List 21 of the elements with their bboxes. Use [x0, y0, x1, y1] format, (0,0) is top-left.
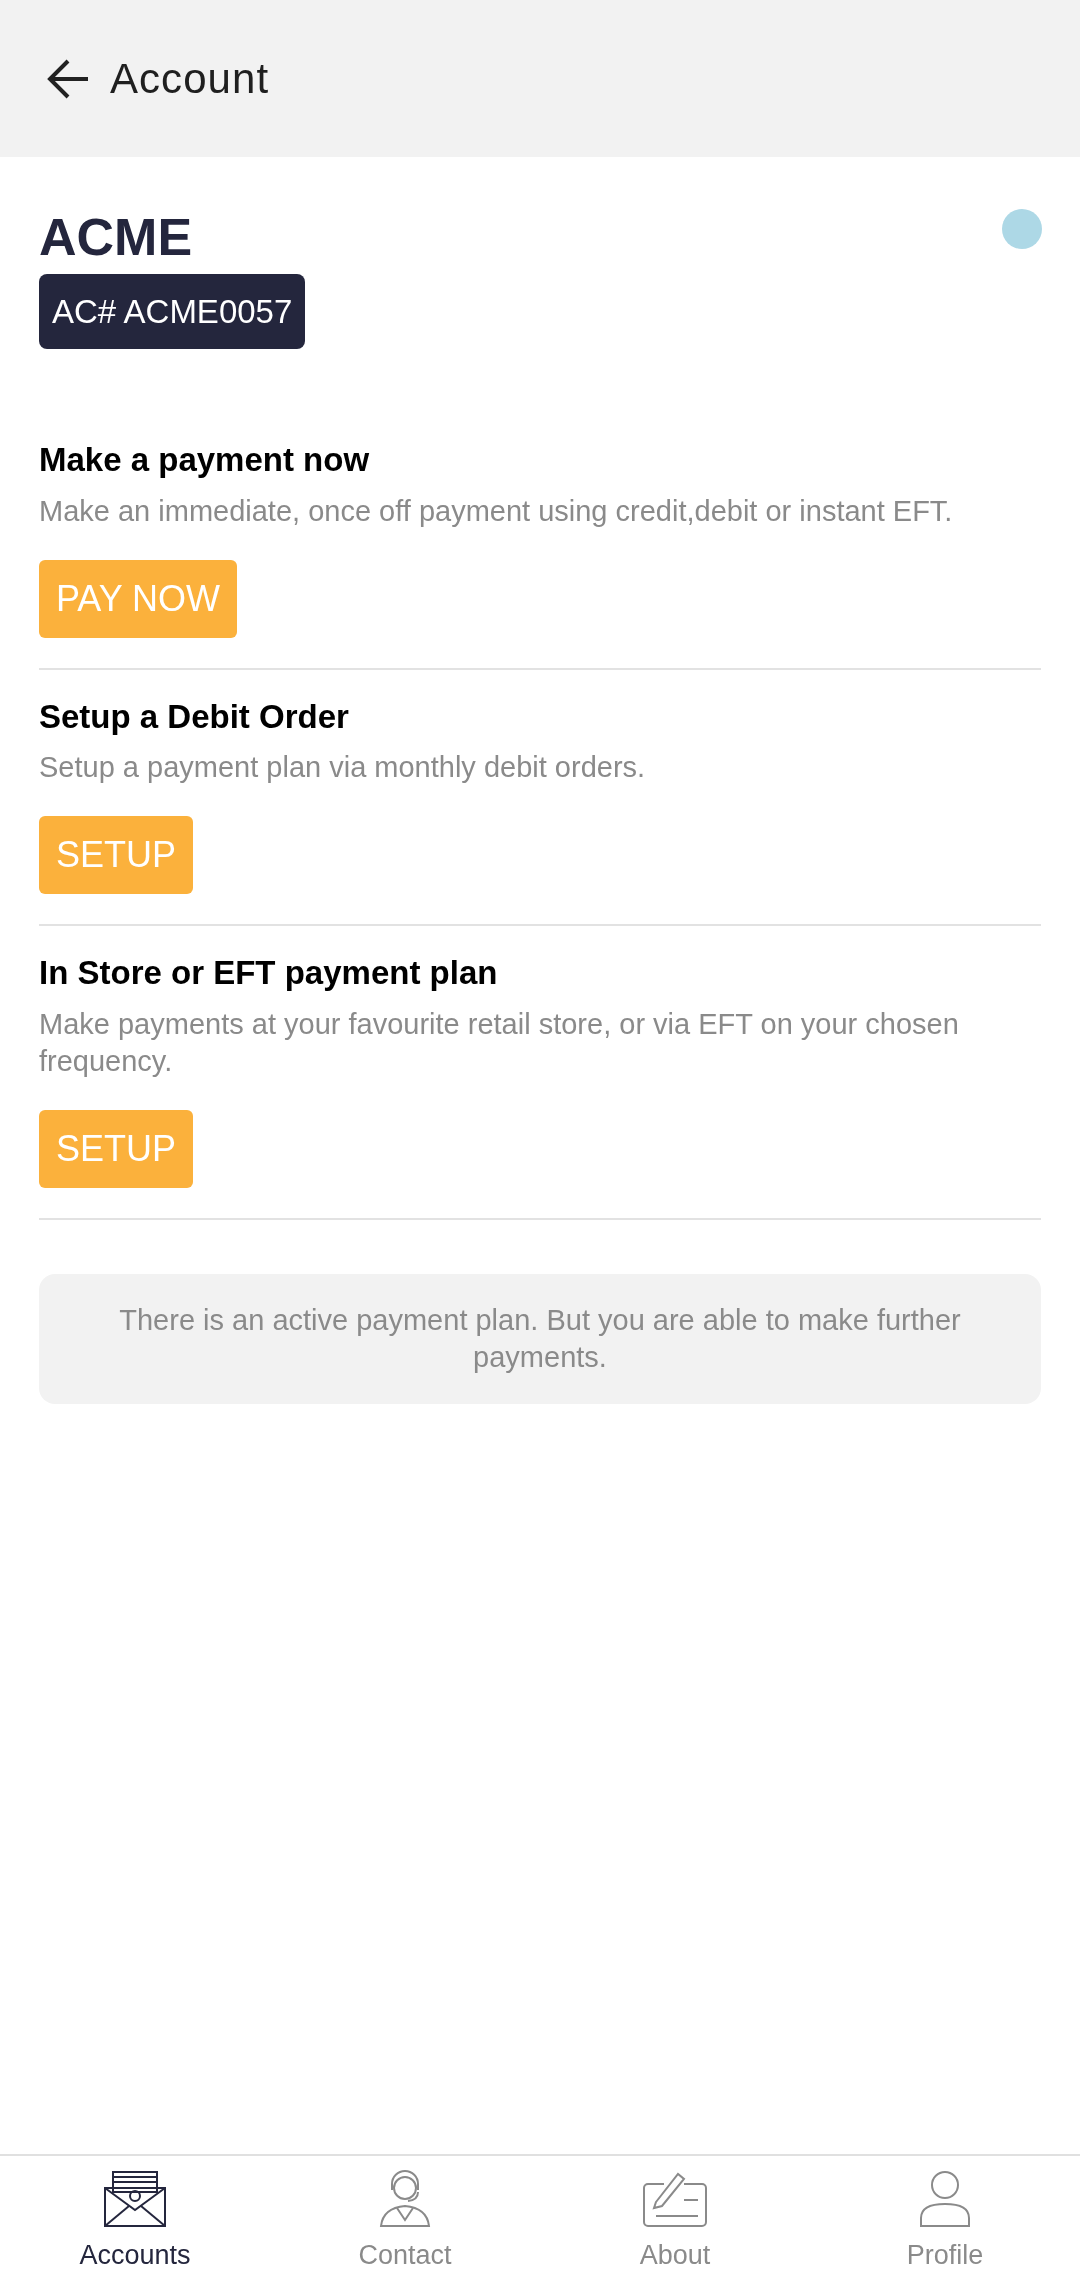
option-title: Make a payment now [39, 440, 371, 480]
option-button[interactable]: PAY NOW [39, 559, 238, 638]
option-button[interactable]: SETUP [39, 1109, 194, 1188]
account-number-badge: AC# ACME0057 [39, 274, 306, 349]
option-description: Make payments at your favourite retail store, or via EFT on your chosen frequency. [39, 1006, 960, 1079]
page-title: Account [110, 54, 270, 104]
notice-box: There is an active payment plan. But you are able to make further payments. [39, 1273, 1041, 1404]
support-agent-icon [379, 2170, 431, 2228]
option-title: Setup a Debit Order [39, 696, 350, 737]
nav-tab[interactable]: Accounts [0, 2156, 270, 2280]
option-description: Make an immediate, once off payment using credit,debit or instant EFT. [39, 493, 954, 529]
option-button[interactable]: SETUP [39, 816, 194, 894]
card-pen-icon [640, 2170, 710, 2228]
account-name: ACME [39, 207, 193, 268]
envelope-icon [103, 2170, 167, 2228]
nav-tab[interactable]: About [540, 2156, 810, 2280]
nav-tab[interactable]: Contact [270, 2156, 540, 2280]
person-icon [918, 2170, 972, 2228]
option-description: Setup a payment plan via monthly debit orders. [39, 750, 647, 785]
nav-tab[interactable]: Profile [810, 2156, 1080, 2280]
option-title: In Store or EFT payment plan [39, 953, 499, 993]
